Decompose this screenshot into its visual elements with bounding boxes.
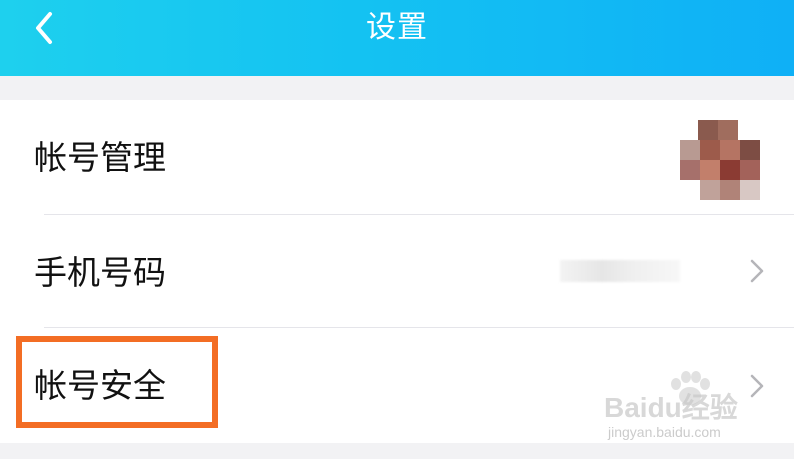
page-title: 设置 [366, 10, 428, 45]
phone-number-row[interactable]: 手机号码 [0, 215, 794, 328]
account-management-row[interactable]: 帐号管理 [0, 100, 794, 215]
phone-number-value [560, 260, 680, 282]
row-label-phone-number: 手机号码 [34, 253, 166, 292]
highlight-box [16, 336, 218, 428]
chevron-right-icon [750, 259, 764, 283]
avatar [680, 120, 760, 200]
watermark-text: Baidu经验 [604, 392, 738, 423]
watermark-url: jingyan.baidu.com [608, 424, 721, 440]
row-label-account-management: 帐号管理 [34, 138, 166, 177]
baidu-jingyan-watermark: Baidu经验 jingyan.baidu.com [600, 370, 770, 450]
top-app-bar: 设置 [0, 0, 794, 76]
